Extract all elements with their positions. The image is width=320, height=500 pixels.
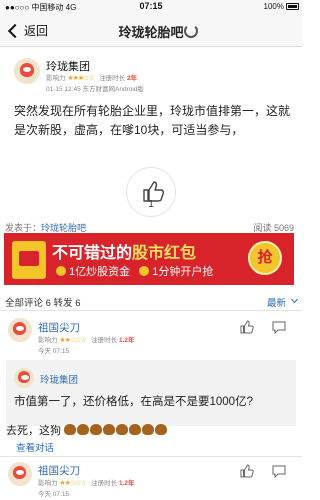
banner-sub-a: 1亿炒股资金 xyxy=(69,266,131,278)
comments-header: 全部评论 6 转发 6 最新 xyxy=(0,291,302,311)
banner-headline-b: 股市红包 xyxy=(132,245,197,262)
red-envelope-icon xyxy=(12,241,46,279)
poop-emoji-icon xyxy=(103,424,116,435)
poop-emoji-icon xyxy=(90,424,103,435)
comment-text: 去死，这狗 xyxy=(6,422,168,438)
divider xyxy=(0,456,302,457)
comment-author[interactable]: 祖国尖刀 xyxy=(38,463,80,478)
comment-influence: 影响力 ★★☆☆☆ 注册时长 1.2年 xyxy=(38,477,134,487)
red-packet-banner[interactable]: 不可错过的股市红包 1亿炒股资金 1分钟开户抢 抢 xyxy=(4,233,294,285)
coin-icon xyxy=(56,266,66,276)
comments-count: 全部评论 6 转发 6 xyxy=(5,298,81,309)
comment-author[interactable]: 祖国尖刀 xyxy=(38,320,80,335)
thumbs-up-icon[interactable] xyxy=(240,320,254,334)
star-rating: ★★☆☆☆ xyxy=(59,480,86,487)
reg-label: 注册时长 xyxy=(91,337,118,344)
banner-sub-b: 1分钟开户抢 xyxy=(152,266,214,278)
banner-headline: 不可错过的股市红包 xyxy=(52,239,196,263)
page-title: 玲珑轮胎吧 xyxy=(118,25,184,40)
status-time: 07:15 xyxy=(139,1,163,11)
poop-emoji-icon xyxy=(77,424,90,435)
post-body: 突然发现在所有轮胎企业里，玲珑市值排第一，这就是次新股，虚高，在嗲10块，可适当… xyxy=(14,104,291,137)
thumbs-up-icon xyxy=(143,181,165,202)
poop-emoji-icon xyxy=(129,424,142,435)
views-label: 阅读 xyxy=(253,223,272,233)
post-meta: 01-15 12:45 东方财富网Android版 xyxy=(46,83,144,93)
battery-icon xyxy=(286,3,299,10)
reg-years: 1.2年 xyxy=(118,480,135,487)
bar-link[interactable]: 玲珑轮胎吧 xyxy=(41,223,86,233)
influence-label: 影响力 xyxy=(46,75,66,82)
status-bar: ●●○○○ 中国移动 4G 07:15 100% xyxy=(0,0,302,14)
views-count: 5069 xyxy=(273,223,294,233)
poop-emoji-icon xyxy=(64,424,77,435)
avatar[interactable] xyxy=(8,462,32,486)
reg-years: 1.2年 xyxy=(118,337,135,344)
quote-author[interactable]: 玲珑集团 xyxy=(40,372,78,386)
quote-text: 市值第一了，还价格低，在高是不是要1000亿? xyxy=(14,396,253,408)
comment-text-label: 去死，这狗 xyxy=(6,425,61,437)
reg-years: 2年 xyxy=(126,75,138,82)
banner-subline: 1亿炒股资金 1分钟开户抢 xyxy=(56,263,213,279)
nav-bar: 返回 玲珑轮胎吧 xyxy=(0,14,302,47)
poop-emoji-icon xyxy=(116,424,129,435)
view-conversation-link[interactable]: 查看对话 xyxy=(16,440,54,454)
avatar-face-icon xyxy=(13,466,26,479)
avatar[interactable] xyxy=(8,318,32,342)
avatar xyxy=(14,368,34,388)
grab-button[interactable]: 抢 xyxy=(248,241,282,275)
post-influence: 影响力 ★★★☆☆ 注册时长 2年 xyxy=(46,72,137,82)
post-source: 东方财富网Android版 xyxy=(82,86,144,93)
influence-label: 影响力 xyxy=(38,480,58,487)
reply-icon[interactable] xyxy=(272,464,286,478)
comment-influence: 影响力 ★★☆☆☆ 注册时长 1.2年 xyxy=(38,334,134,344)
avatar-face-icon xyxy=(18,371,30,383)
comment-time: 今天 07:15 xyxy=(38,348,70,355)
battery-percent: 100% xyxy=(263,2,284,11)
comment-time: 今天 07:15 xyxy=(38,491,70,498)
poop-emoji-icon xyxy=(142,424,155,435)
refresh-icon[interactable] xyxy=(184,24,198,38)
star-rating: ★★☆☆☆ xyxy=(59,337,86,344)
posted-in-label: 发表于： xyxy=(5,223,42,233)
reg-label: 注册时长 xyxy=(91,480,118,487)
avatar-face-icon xyxy=(13,322,26,335)
like-count: 1 xyxy=(148,199,154,210)
chevron-down-icon[interactable] xyxy=(290,295,299,304)
influence-label: 影响力 xyxy=(38,337,58,344)
reply-icon[interactable] xyxy=(272,320,286,334)
coin-icon xyxy=(139,266,150,276)
thumbs-up-icon[interactable] xyxy=(240,464,254,478)
avatar-face-icon xyxy=(20,63,34,77)
poop-emoji-icon xyxy=(155,424,168,435)
avatar[interactable] xyxy=(14,58,40,84)
reg-label: 注册时长 xyxy=(99,75,126,82)
banner-headline-a: 不可错过的 xyxy=(52,245,133,262)
star-rating: ★★★☆☆ xyxy=(67,75,94,82)
post-timestamp: 01-15 12:45 xyxy=(46,86,81,93)
sort-dropdown[interactable]: 最新 xyxy=(267,295,286,309)
